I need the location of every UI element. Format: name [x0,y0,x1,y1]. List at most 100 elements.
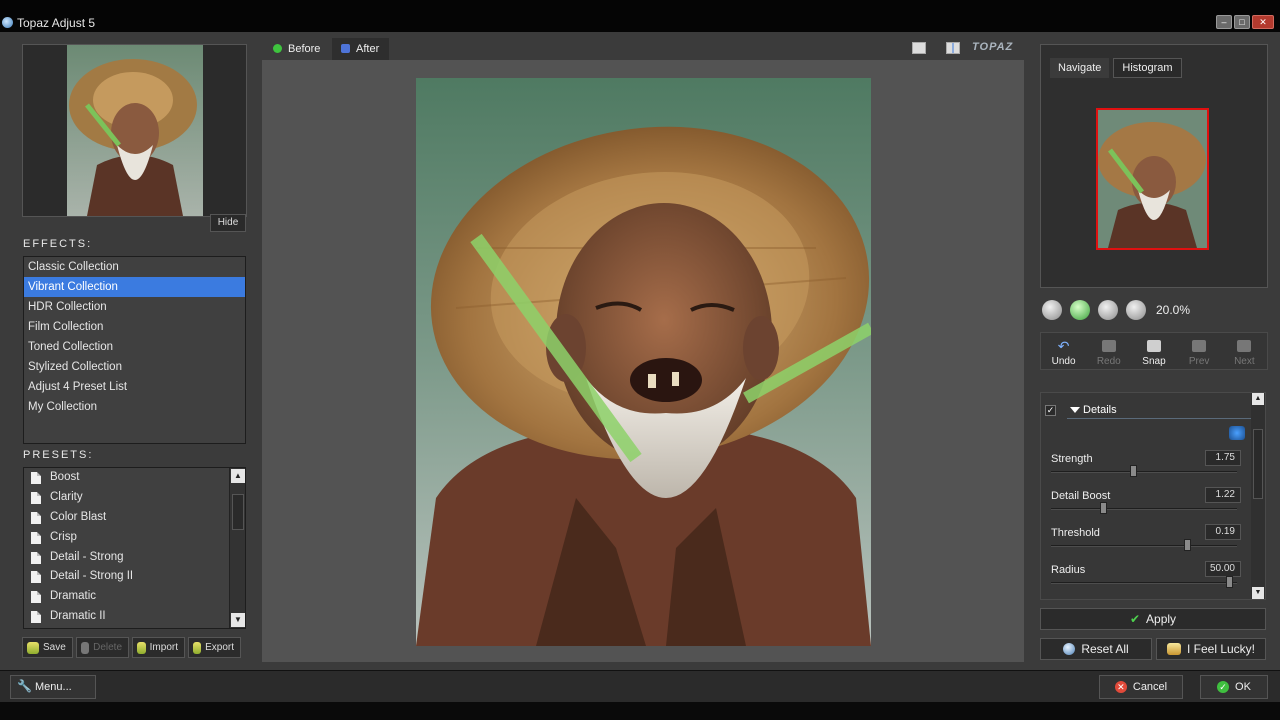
navigator-thumbnail[interactable] [1096,108,1209,250]
preview-image[interactable] [416,78,871,646]
slider-track[interactable] [1051,508,1237,510]
document-icon [31,611,41,624]
slider-knob[interactable] [1184,539,1191,551]
title-bar: Topaz Adjust 5 – □ ✕ [0,0,1280,32]
effect-item[interactable]: Vibrant Collection [24,277,245,297]
snap-button[interactable]: Snap [1134,340,1174,367]
next-icon [1237,340,1252,352]
details-enable-checkbox[interactable]: ✓ [1045,405,1056,416]
hide-button[interactable]: Hide [210,214,246,232]
slider-value-field[interactable]: 1.75 [1205,450,1241,466]
save-preset-button[interactable]: Save [22,637,73,658]
redo-button[interactable]: Redo [1089,340,1129,367]
effect-item[interactable]: Toned Collection [24,337,245,357]
slider-track[interactable] [1051,545,1237,547]
ok-button[interactable]: ✓ OK [1200,675,1268,699]
slider-knob[interactable] [1130,465,1137,477]
tab-after[interactable]: After [332,38,390,60]
effects-heading: EFFECTS: [23,238,93,250]
apply-button[interactable]: ✔ Apply [1040,608,1266,630]
right-panel: Navigate Histogram 20.0% ↶ Undo Redo Snap… [1030,36,1280,666]
presets-scrollbar[interactable]: ▲ ▼ [229,468,245,628]
import-preset-button[interactable]: Import [132,637,185,658]
prev-button[interactable]: Prev [1179,340,1219,367]
cancel-icon: ✕ [1114,681,1127,693]
tab-before[interactable]: Before [264,38,330,60]
preset-item[interactable]: Color Blast [24,508,245,528]
scroll-thumb[interactable] [232,494,244,530]
preset-item[interactable]: Crisp [24,528,245,548]
export-preset-button[interactable]: Export [188,637,241,658]
preset-label: Dramatic II [50,610,106,623]
tab-navigate[interactable]: Navigate [1050,58,1110,78]
i-feel-lucky-button[interactable]: I Feel Lucky! [1156,638,1266,660]
zoom-fit-icon[interactable] [1098,300,1118,320]
preset-item[interactable]: Boost [24,468,245,488]
slider-label: Detail Boost [1051,490,1111,502]
effect-preview-thumbnail [67,45,203,216]
slider-knob[interactable] [1226,576,1233,588]
prev-icon [1192,340,1207,352]
preset-item[interactable]: Dramatic II [24,607,245,627]
next-button[interactable]: Next [1224,340,1264,367]
undo-button[interactable]: ↶ Undo [1044,339,1084,367]
maximize-icon[interactable]: □ [1234,15,1250,29]
import-icon [137,641,146,654]
effect-item[interactable]: Classic Collection [24,257,245,277]
cancel-button[interactable]: ✕ Cancel [1099,675,1183,699]
slider-value-field[interactable]: 50.00 [1205,561,1241,577]
effect-item[interactable]: My Collection [24,397,245,417]
window-controls: – □ ✕ [1216,15,1274,29]
scroll-down-icon[interactable]: ▼ [1252,587,1264,599]
slider-value-field[interactable]: 1.22 [1205,487,1241,503]
slider-label: Threshold [1051,527,1100,539]
tab-histogram[interactable]: Histogram [1113,58,1182,78]
close-icon[interactable]: ✕ [1252,15,1274,29]
effect-item[interactable]: Stylized Collection [24,357,245,377]
delete-icon [81,641,90,654]
redo-icon [1101,340,1116,352]
zoom-out-icon[interactable] [1042,300,1062,320]
details-header: ✓ Details [1041,401,1251,419]
zoom-controls: 20.0% [1042,300,1190,320]
scroll-up-icon[interactable]: ▲ [1252,393,1264,405]
reset-all-button[interactable]: Reset All [1040,638,1152,660]
presets-list: Boost Clarity Color Blast Crisp Detail - Str… [23,467,246,629]
zoom-in-icon[interactable] [1070,300,1090,320]
details-panel: ✓ Details Strength 1.75 Detail Boost 1.22 Th… [1040,392,1266,600]
split-view-icon[interactable] [946,42,960,54]
slider-value-field[interactable]: 0.19 [1205,524,1241,540]
ok-icon: ✓ [1217,681,1230,693]
save-icon [27,641,39,654]
minimize-icon[interactable]: – [1216,15,1232,29]
scroll-down-icon[interactable]: ▼ [231,613,245,627]
export-icon [193,641,202,654]
preset-item[interactable]: Detail - Strong II [24,567,245,587]
preset-label: Clarity [50,490,83,503]
slider-track[interactable] [1051,582,1237,584]
check-icon: ✔ [1129,612,1141,626]
navigator-tabs: Navigate Histogram [1050,58,1182,78]
scroll-up-icon[interactable]: ▲ [231,469,245,483]
slider-knob[interactable] [1100,502,1107,514]
zoom-actual-icon[interactable] [1126,300,1146,320]
slider-detail-boost: Detail Boost 1.22 [1051,487,1241,526]
menu-button[interactable]: 🔧 Menu... [10,675,96,699]
slider-radius: Radius 50.00 [1051,561,1241,600]
delete-preset-button[interactable]: Delete [76,637,129,658]
slider-track[interactable] [1051,471,1237,473]
slider-strength: Strength 1.75 [1051,450,1241,489]
scroll-thumb[interactable] [1253,429,1263,499]
details-title[interactable]: Details [1067,401,1251,419]
preset-item[interactable]: Detail - Strong [24,548,245,568]
single-view-icon[interactable] [912,42,926,54]
preset-item[interactable]: Clarity [24,488,245,508]
document-icon [31,591,41,604]
preset-item[interactable]: Dramatic [24,587,245,607]
effect-item[interactable]: HDR Collection [24,297,245,317]
lucky-icon [1166,643,1181,655]
effect-item[interactable]: Adjust 4 Preset List [24,377,245,397]
details-scrollbar[interactable]: ▲ ▼ [1251,393,1265,599]
effect-item[interactable]: Film Collection [24,317,245,337]
reset-section-icon[interactable] [1229,426,1245,440]
